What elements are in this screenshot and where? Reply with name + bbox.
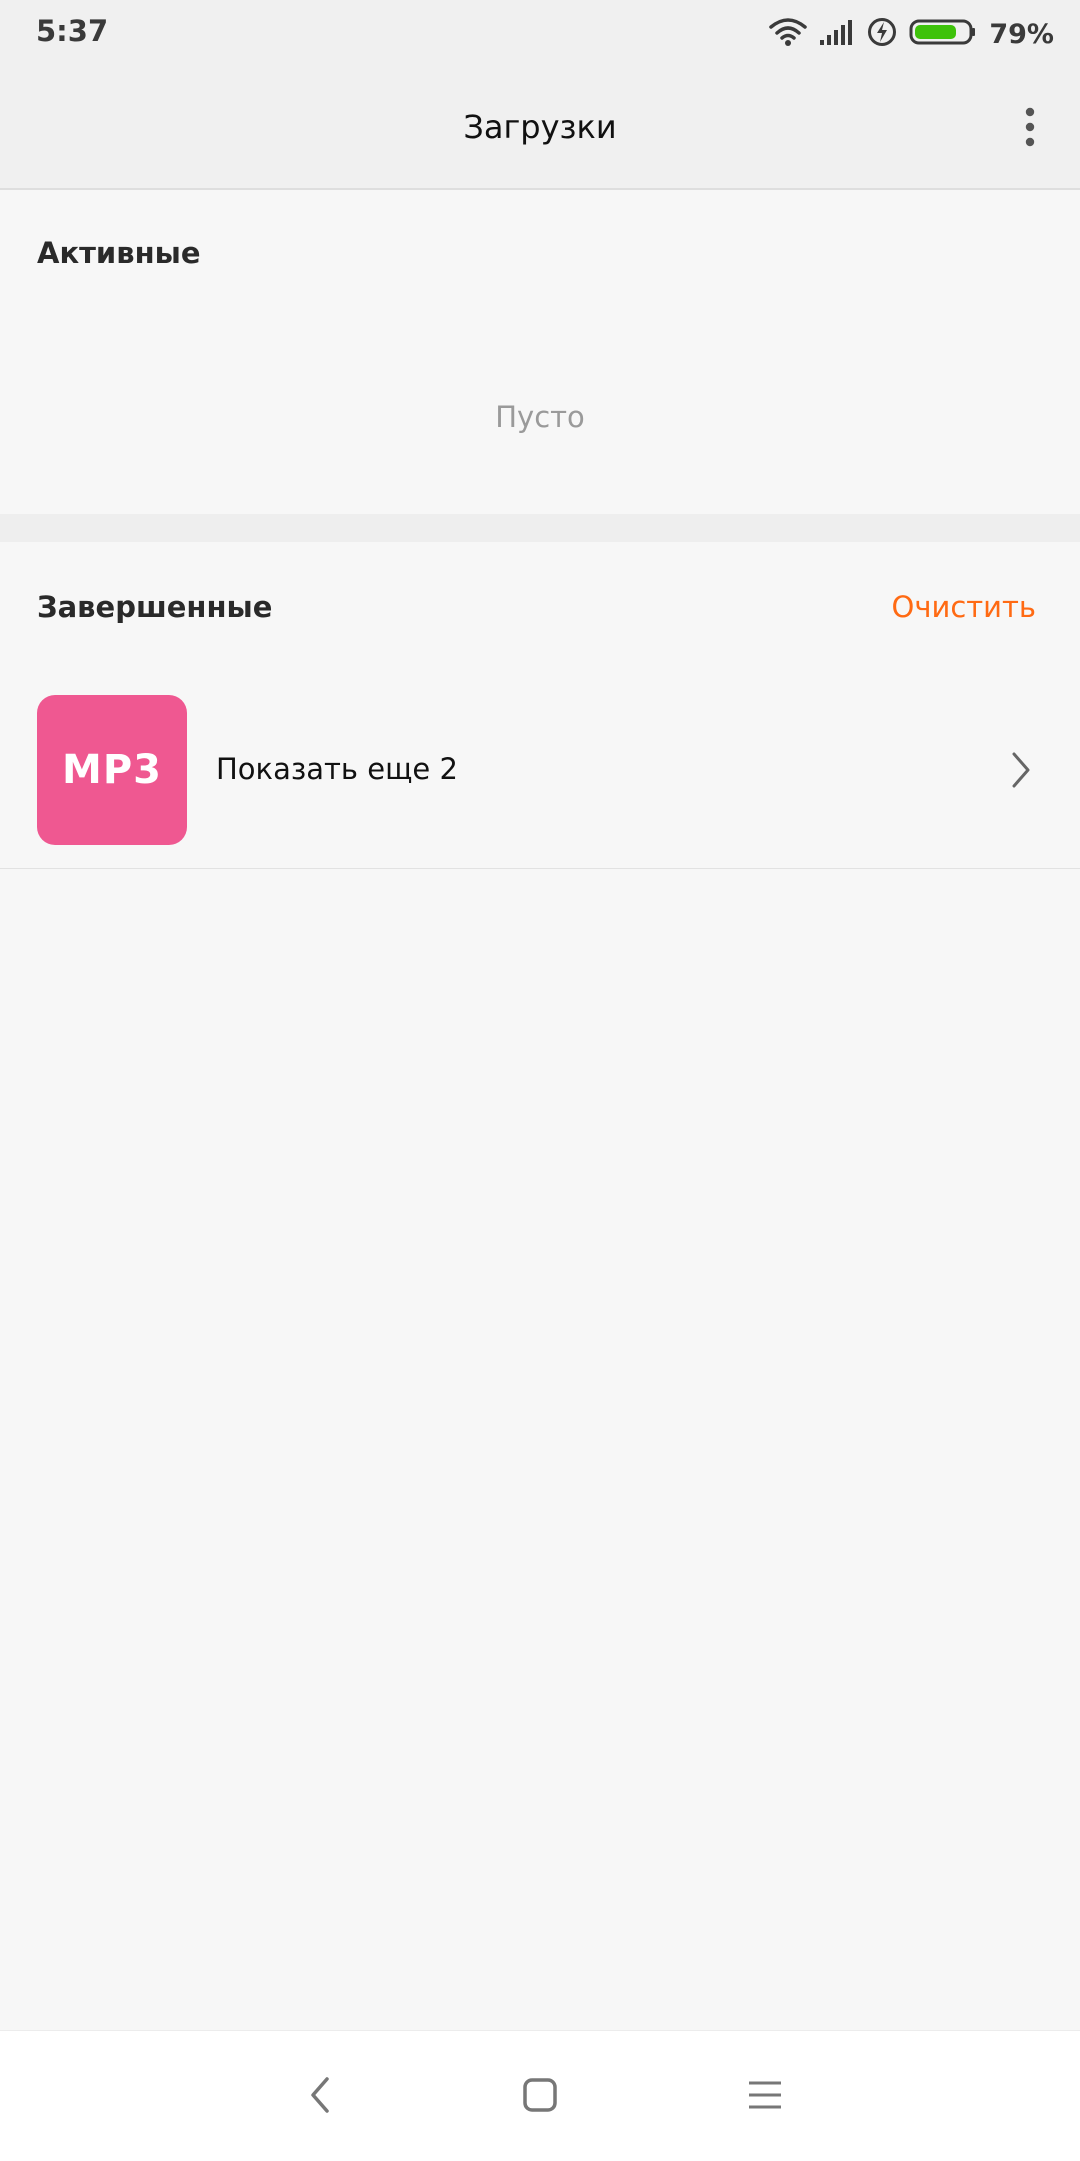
- file-type-label: MP3: [62, 747, 162, 793]
- active-empty-area: Пусто: [0, 318, 1080, 514]
- back-button[interactable]: [290, 2067, 350, 2127]
- battery-percent: 79%: [989, 18, 1054, 50]
- home-button[interactable]: [510, 2067, 570, 2127]
- home-icon: [522, 2077, 558, 2117]
- active-section-title: Активные: [37, 236, 201, 270]
- status-time: 5:37: [36, 14, 109, 48]
- back-icon: [305, 2075, 335, 2119]
- charging-icon: [867, 17, 897, 51]
- navigation-bar: [0, 2030, 1080, 2161]
- mp3-file-icon: MP3: [37, 695, 187, 845]
- page-title: Загрузки: [463, 108, 617, 146]
- chevron-right-icon: [1006, 748, 1036, 792]
- status-bar: 5:37 79%: [0, 0, 1080, 68]
- status-icons: 79%: [769, 14, 1054, 54]
- completed-section-title: Завершенные: [37, 590, 273, 624]
- battery-icon: [909, 18, 977, 50]
- signal-icon: [819, 18, 855, 50]
- clear-button[interactable]: Очистить: [892, 590, 1036, 624]
- completed-section-header: Завершенные Очистить: [0, 544, 1080, 673]
- menu-icon: [747, 2079, 783, 2115]
- section-divider: [0, 514, 1080, 542]
- app-bar: Загрузки: [0, 68, 1080, 190]
- more-options-button[interactable]: [1000, 94, 1060, 164]
- recents-button[interactable]: [735, 2067, 795, 2127]
- wifi-icon: [769, 17, 808, 51]
- more-vert-icon: [1024, 107, 1036, 151]
- empty-text: Пусто: [495, 400, 585, 434]
- active-section-header: Активные: [0, 190, 1080, 319]
- show-more-label: Показать еще 2: [216, 752, 458, 786]
- list-item[interactable]: MP3 Показать еще 2: [0, 672, 1080, 869]
